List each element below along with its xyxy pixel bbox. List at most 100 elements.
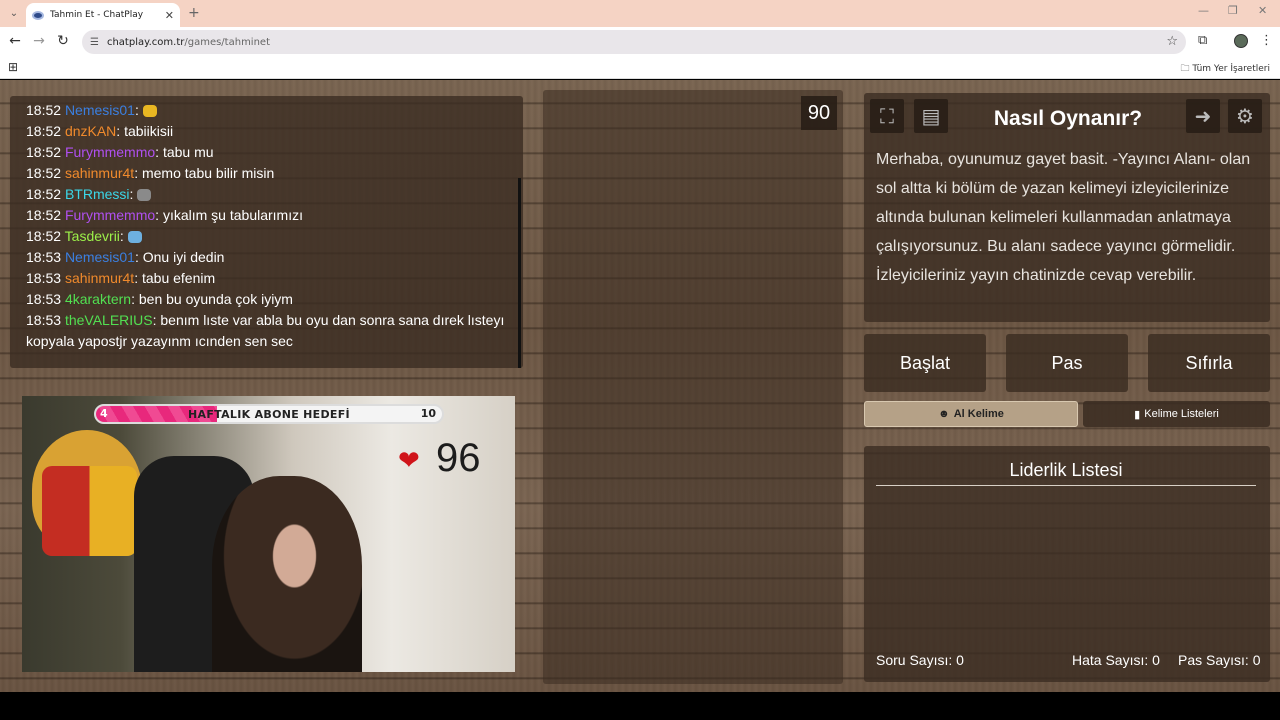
chat-emote-icon: [137, 189, 152, 202]
chat-panel: 18:52 Nemesis01: 18:52 dnzKAN: tabiikisii…: [10, 96, 523, 368]
chat-message: 18:52 sahinmur4t: memo tabu bilir misin: [26, 163, 507, 184]
chat-time: 18:52: [26, 207, 65, 223]
chat-text: memo tabu bilir misin: [138, 165, 275, 181]
browser-tab-bar: ⌄ Tahmin Et - ChatPlay ✕ + — ❐ ✕: [0, 0, 1280, 27]
chat-username[interactable]: theVALERIUS: [65, 312, 153, 328]
get-word-label: Al Kelime: [953, 408, 1004, 420]
word-lists-label: Kelime Listeleri: [1144, 408, 1219, 420]
chat-time: 18:53: [26, 270, 65, 286]
chat-time: 18:52: [26, 228, 65, 244]
fullscreen-icon[interactable]: ⛶: [870, 99, 904, 133]
jersey-image: [42, 466, 137, 556]
chat-message: 18:52 Tasdevrii:: [26, 226, 507, 247]
sub-goal-target: 10: [420, 407, 436, 420]
chat-username[interactable]: sahinmur4t: [65, 165, 134, 181]
all-bookmarks-folder[interactable]: 🗀 Tüm Yer İşaretleri: [1180, 61, 1270, 77]
chat-username[interactable]: dnzKAN: [65, 123, 116, 139]
notes-icon[interactable]: ▤: [914, 99, 948, 133]
chat-text: ben bu oyunda çok iyiym: [134, 291, 293, 307]
tab-title: Tahmin Et - ChatPlay: [50, 10, 144, 20]
get-word-button[interactable]: ☻ Al Kelime: [864, 401, 1078, 427]
new-tab-button[interactable]: +: [188, 5, 200, 21]
bookmark-star-icon[interactable]: ☆: [1166, 34, 1178, 49]
url-host: chatplay.com.tr: [106, 36, 185, 48]
tab-close-icon[interactable]: ✕: [165, 9, 174, 22]
chat-message: 18:53 4karaktern: ben bu oyunda çok iyiy…: [26, 289, 507, 310]
chat-time: 18:52: [26, 165, 65, 181]
clipboard-icon: ▮: [1134, 408, 1141, 421]
chat-time: 18:52: [26, 123, 65, 139]
leaderboard-title: Liderlik Listesi: [876, 460, 1256, 486]
bookmarks-bar: ⊞ 🗀 Tüm Yer İşaretleri: [0, 57, 1280, 79]
chat-text: tabiikisii: [120, 123, 174, 139]
sub-goal-bar: HAFTALIK ABONE HEDEFİ 4 10: [94, 404, 444, 424]
heart-icon: ❤: [398, 446, 420, 476]
minimize-icon[interactable]: —: [1198, 4, 1209, 17]
folder-icon: 🗀: [1180, 64, 1190, 74]
back-icon[interactable]: ←: [6, 33, 24, 49]
chat-message-list: 18:52 Nemesis01: 18:52 dnzKAN: tabiikisii…: [26, 100, 507, 352]
profile-avatar[interactable]: [1234, 34, 1248, 48]
exit-icon[interactable]: ➜: [1186, 99, 1220, 133]
close-window-icon[interactable]: ✕: [1258, 4, 1267, 17]
chat-username[interactable]: Nemesis01: [65, 249, 135, 265]
pass-button[interactable]: Pas: [1006, 334, 1128, 392]
tab-search-icon[interactable]: ⌄: [6, 5, 22, 21]
sub-goal-current: 4: [100, 407, 108, 420]
chat-message: 18:52 Furymmemmo: yıkalım şu tabularımız…: [26, 205, 507, 226]
browser-toolbar: ← → ↻ ☰ chatplay.com.tr/games/tahminet ☆…: [0, 27, 1280, 57]
chat-text: yıkalım şu tabularımızı: [159, 207, 303, 223]
webcam-feed: HAFTALIK ABONE HEDEFİ 4 10 ❤ 96: [22, 396, 515, 672]
chat-username[interactable]: sahinmur4t: [65, 270, 134, 286]
restore-icon[interactable]: ❐: [1228, 4, 1238, 17]
timer-display: 90: [801, 96, 837, 130]
chat-time: 18:52: [26, 186, 65, 202]
chat-scrollbar[interactable]: [518, 178, 521, 368]
chat-text: Onu iyi dedin: [138, 249, 225, 265]
chat-text: tabu efenim: [138, 270, 216, 286]
chat-colon: :: [119, 228, 124, 244]
word-lists-button[interactable]: ▮ Kelime Listeleri: [1083, 401, 1270, 427]
chat-username[interactable]: Nemesis01: [65, 102, 135, 118]
chat-message: 18:52 Furymmemmo: tabu mu: [26, 142, 507, 163]
chat-username[interactable]: Tasdevrii: [65, 228, 120, 244]
robot-icon: ☻: [938, 408, 950, 420]
start-button[interactable]: Başlat: [864, 334, 986, 392]
chat-username[interactable]: Furymmemmo: [65, 207, 155, 223]
chat-time: 18:52: [26, 144, 65, 160]
reset-button[interactable]: Sıfırla: [1148, 334, 1270, 392]
leaderboard-panel: Liderlik Listesi Soru Sayısı: 0 Hata Say…: [864, 446, 1270, 682]
chat-emote-icon: [142, 105, 157, 118]
chat-colon: :: [134, 102, 139, 118]
chat-message: 18:52 Nemesis01:: [26, 100, 507, 121]
site-info-icon[interactable]: ☰: [90, 37, 99, 48]
streamer-image: [212, 476, 362, 672]
sub-goal-label: HAFTALIK ABONE HEDEFİ: [188, 408, 350, 421]
settings-gear-icon[interactable]: ⚙: [1228, 99, 1262, 133]
extensions-icon[interactable]: ⧉: [1198, 33, 1207, 48]
url-path: /games/tahminet: [184, 36, 270, 48]
error-count: Hata Sayısı: 0: [1072, 652, 1160, 668]
chat-colon: :: [129, 186, 134, 202]
menu-icon[interactable]: ⋮: [1260, 33, 1273, 48]
game-page: 18:52 Nemesis01: 18:52 dnzKAN: tabiikisii…: [0, 80, 1280, 692]
chat-message: 18:53 sahinmur4t: tabu efenim: [26, 268, 507, 289]
chat-message: 18:53 Nemesis01: Onu iyi dedin: [26, 247, 507, 268]
chat-username[interactable]: BTRmessi: [65, 186, 130, 202]
apps-grid-icon[interactable]: ⊞: [8, 60, 18, 74]
how-to-play-panel: ⛶ ▤ Nasıl Oynanır? ➜ ⚙ Merhaba, oyunumuz…: [864, 93, 1270, 322]
chat-message: 18:53 theVALERIUS: benım lıste var abla …: [26, 310, 507, 352]
bottom-bar: [0, 692, 1280, 720]
chat-message: 18:52 dnzKAN: tabiikisii: [26, 121, 507, 142]
chat-username[interactable]: Furymmemmo: [65, 144, 155, 160]
reload-icon[interactable]: ↻: [54, 33, 72, 49]
forward-icon[interactable]: →: [30, 33, 48, 49]
how-to-play-text: Merhaba, oyunumuz gayet basit. -Yayıncı …: [876, 151, 1251, 284]
chat-message: 18:52 BTRmessi:: [26, 184, 507, 205]
chat-username[interactable]: 4karaktern: [65, 291, 131, 307]
heart-count: 96: [436, 436, 481, 480]
browser-tab[interactable]: Tahmin Et - ChatPlay ✕: [26, 3, 180, 27]
chat-time: 18:53: [26, 249, 65, 265]
chat-emote-icon: [127, 231, 142, 244]
address-bar[interactable]: ☰ chatplay.com.tr/games/tahminet ☆: [82, 30, 1186, 54]
